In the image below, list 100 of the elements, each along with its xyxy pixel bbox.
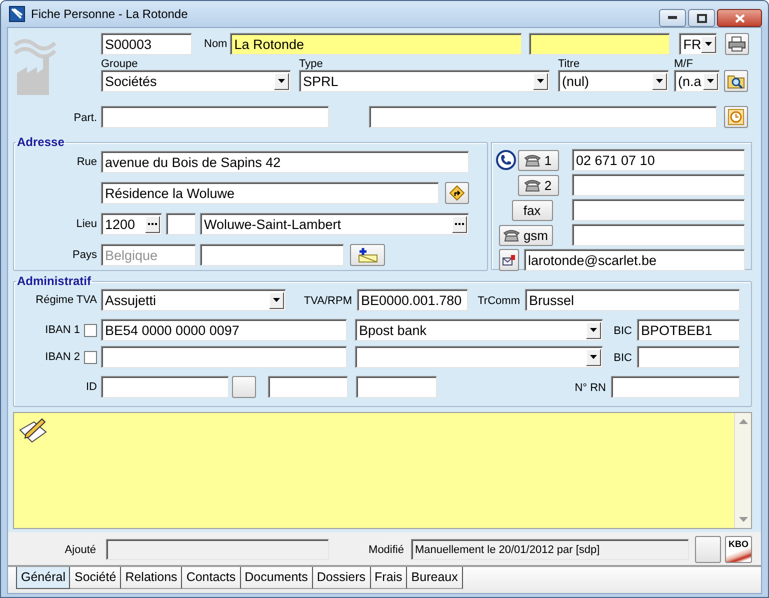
national-number-field[interactable] [611, 376, 740, 398]
dropdown-select[interactable]: (nul) [558, 70, 669, 92]
pen-paper-icon [18, 416, 48, 444]
dial-button[interactable]: 1 [518, 150, 559, 170]
tab[interactable]: Documents [240, 567, 313, 589]
close-button[interactable] [717, 9, 762, 27]
bank-select[interactable] [355, 346, 603, 368]
street-field[interactable]: Résidence la Woluwe [101, 182, 439, 204]
clock-button[interactable] [724, 106, 748, 128]
scroll-up-icon[interactable] [738, 419, 748, 424]
envelope-icon [502, 254, 516, 266]
tab[interactable]: Général [16, 567, 70, 589]
telephone-icon [524, 154, 542, 166]
close-icon [734, 14, 744, 22]
city-field[interactable]: Woluwe-Saint-Lambert [200, 213, 469, 235]
id-label: ID [86, 381, 97, 393]
maximize-icon [696, 14, 706, 22]
turn-sign-icon [449, 185, 465, 201]
text-field[interactable] [200, 244, 344, 266]
blank-button[interactable] [232, 376, 256, 398]
tab[interactable]: Dossiers [312, 567, 371, 589]
select-label: Groupe [101, 58, 139, 70]
caret-icon [656, 79, 663, 83]
trade-register-field[interactable]: Brussel [525, 289, 740, 311]
bic-field[interactable]: BPOTBEB1 [637, 319, 740, 341]
dropdown-select[interactable]: SPRL [299, 70, 550, 92]
minimize-button[interactable] [659, 9, 686, 27]
add-button[interactable] [350, 244, 385, 266]
nom-label: Nom [204, 38, 228, 50]
maximize-button[interactable] [688, 9, 715, 27]
bic-label: BIC [614, 325, 632, 337]
name-field[interactable]: La Rotonde [230, 33, 522, 55]
iban-field[interactable]: BE54 0000 0000 0097 [101, 319, 347, 341]
regime-label: Régime TVA [36, 294, 97, 306]
bic-label: BIC [614, 352, 632, 364]
tab[interactable]: Relations [121, 567, 182, 589]
dropdown-select[interactable]: Sociétés [101, 70, 291, 92]
modified-field: Manuellement le 20/01/2012 par [sdp] [411, 539, 689, 560]
vat-regime-select[interactable]: Assujetti [101, 289, 286, 311]
iban-label: IBAN 2 [45, 351, 80, 363]
scrollbar[interactable] [734, 413, 751, 528]
text-field[interactable] [356, 376, 437, 398]
route-button[interactable] [445, 182, 469, 204]
tab[interactable]: Contacts [182, 567, 241, 589]
search-button[interactable] [724, 70, 748, 92]
tab[interactable]: Société [70, 567, 122, 589]
phone-field[interactable] [572, 199, 745, 221]
vat-field[interactable]: BE0000.001.780 [357, 289, 468, 311]
blank-button[interactable] [695, 536, 721, 563]
text-field[interactable] [268, 376, 348, 398]
caret-icon [707, 79, 714, 83]
checkbox[interactable] [84, 350, 97, 364]
dial-button[interactable]: 2 [518, 174, 559, 196]
lieu-label: Lieu [76, 218, 97, 230]
caret-icon [537, 79, 544, 83]
scroll-down-icon[interactable] [738, 517, 748, 522]
phone-icon [496, 150, 516, 170]
dial-button[interactable]: fax [512, 200, 553, 220]
name-field[interactable] [529, 33, 670, 55]
iban-label: IBAN 1 [45, 324, 80, 336]
group-title: Adresse [16, 135, 66, 149]
email-field[interactable]: larotonde@scarlet.be [524, 249, 745, 271]
rue-label: Rue [76, 156, 97, 168]
phone-field[interactable]: 02 671 07 10 [572, 149, 745, 171]
text-field[interactable] [166, 213, 196, 235]
dial-button[interactable]: gsm [499, 224, 553, 246]
code-field[interactable]: S00003 [101, 33, 192, 55]
window-title: Fiche Personne - La Rotonde [31, 7, 188, 21]
tab[interactable]: Frais [370, 567, 408, 589]
bic-field[interactable] [637, 346, 740, 368]
tab[interactable]: Bureaux [407, 567, 463, 589]
caret-icon [705, 42, 712, 46]
minimize-icon [668, 16, 678, 20]
caret-icon [590, 355, 597, 359]
text-field[interactable] [101, 106, 329, 128]
bank-select[interactable]: Bpost bank [355, 319, 603, 341]
caret-icon [278, 79, 285, 83]
checkbox[interactable] [84, 324, 97, 336]
caret-icon [590, 328, 597, 332]
street-field[interactable]: avenue du Bois de Sapins 42 [101, 151, 469, 173]
kbo-button[interactable]: KBO [725, 536, 752, 563]
part-label: Part. [74, 112, 97, 124]
language-select[interactable]: FR [679, 33, 718, 55]
phone-field[interactable] [572, 224, 745, 246]
text-field[interactable] [369, 106, 717, 128]
email-button[interactable] [499, 249, 519, 271]
app-icon [9, 6, 25, 22]
vat-label: TVA/RPM [304, 295, 352, 307]
caret-icon [273, 298, 280, 302]
modified-label: Modifié [368, 544, 404, 556]
iban-field[interactable] [101, 346, 347, 368]
select-label: Type [299, 58, 324, 70]
trcomm-label: TrComm [478, 295, 520, 307]
plus-envelope-icon [356, 247, 380, 263]
phone-field[interactable] [572, 174, 745, 196]
print-button[interactable] [725, 33, 750, 55]
search-icon [727, 73, 745, 89]
id-field[interactable] [101, 376, 229, 398]
postcode-field[interactable]: 1200 [101, 213, 162, 235]
dropdown-select[interactable]: (n.a [674, 70, 720, 92]
